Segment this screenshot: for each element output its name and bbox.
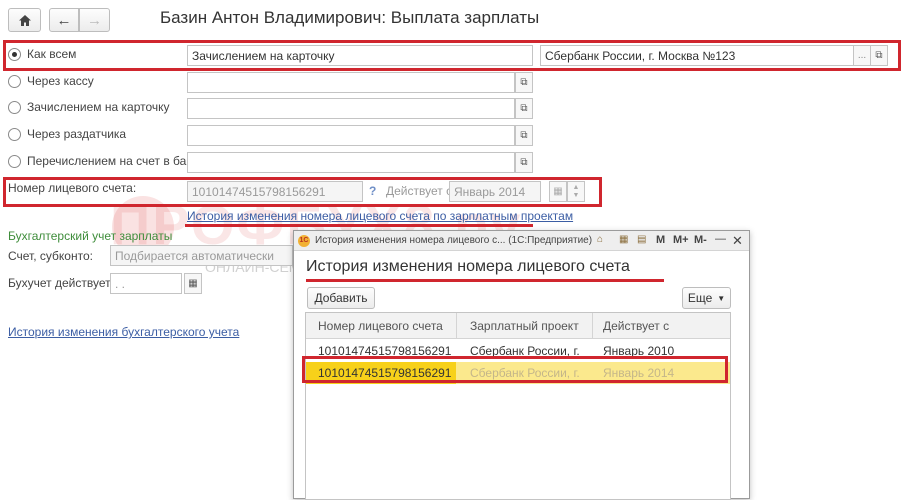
- column-header-date[interactable]: Действует с: [603, 319, 669, 333]
- radio-label: Перечислением на счет в банке: [27, 154, 205, 168]
- back-arrow-icon: ←: [56, 11, 72, 29]
- back-button[interactable]: ←: [49, 8, 79, 32]
- radio-label: Через раздатчика: [27, 127, 127, 141]
- radio-cash[interactable]: Через кассу: [8, 70, 94, 92]
- chevron-down-icon: ▼: [717, 293, 726, 303]
- column-separator: [592, 313, 593, 339]
- radio-label: Зачислением на карточку: [27, 100, 170, 114]
- highlight-popup-heading-underline: [306, 279, 664, 282]
- popup-titlebar: 1С История изменения номера лицевого с..…: [294, 231, 749, 251]
- home-small-icon[interactable]: ⌂: [597, 234, 603, 245]
- popup-heading: История изменения номера лицевого счета: [306, 258, 630, 275]
- bank-account-field[interactable]: [187, 152, 515, 173]
- radio-icon: [8, 154, 21, 168]
- memory-minus-button[interactable]: M-: [694, 234, 707, 246]
- accounting-history-link[interactable]: История изменения бухгалтерского учета: [8, 325, 239, 339]
- app-logo-icon: 1С: [298, 234, 310, 247]
- add-button[interactable]: Добавить: [307, 287, 375, 309]
- radio-icon: [8, 74, 21, 88]
- forward-button[interactable]: →: [79, 8, 110, 32]
- minimize-icon[interactable]: —: [715, 233, 726, 245]
- open-form-icon: ⧉: [520, 103, 528, 114]
- card-open-button[interactable]: ⧉: [515, 98, 533, 119]
- radio-icon: [8, 100, 21, 114]
- accounting-section-title: Бухгалтерский учет зарплаты: [8, 229, 173, 243]
- column-header-account[interactable]: Номер лицевого счета: [318, 319, 443, 333]
- memory-button[interactable]: M: [656, 234, 665, 246]
- calendar-small-icon[interactable]: ▦: [619, 234, 628, 245]
- radio-label: Через кассу: [27, 74, 94, 88]
- highlight-history-link-underline: [185, 224, 533, 227]
- home-icon: [18, 14, 31, 26]
- open-form-icon: ⧉: [520, 157, 528, 168]
- accounting-calendar-button[interactable]: ▦: [184, 273, 202, 294]
- highlight-selected-row: [302, 356, 728, 383]
- distributor-open-button[interactable]: ⧉: [515, 125, 533, 146]
- popup-window-title: История изменения номера лицевого с... (…: [315, 235, 593, 246]
- radio-bank-transfer[interactable]: Перечислением на счет в банке: [8, 150, 205, 172]
- memory-plus-button[interactable]: M+: [673, 234, 689, 246]
- calendar-icon: ▦: [188, 278, 198, 289]
- home-button[interactable]: [8, 8, 41, 32]
- forward-arrow-icon: →: [87, 11, 102, 29]
- accounting-effective-field[interactable]: . .: [110, 273, 182, 294]
- cash-field[interactable]: [187, 72, 515, 93]
- close-icon[interactable]: ✕: [732, 233, 743, 249]
- accounting-effective-label: Бухучет действует с:: [8, 276, 124, 290]
- report-small-icon[interactable]: ▤: [637, 234, 646, 245]
- highlight-account-row: [3, 177, 602, 207]
- open-form-icon: ⧉: [520, 77, 528, 88]
- radio-distributor[interactable]: Через раздатчика: [8, 123, 126, 145]
- highlight-as-all-row: [3, 40, 901, 71]
- distributor-field[interactable]: [187, 125, 515, 146]
- radio-icon: [8, 127, 21, 141]
- more-button[interactable]: Еще ▼: [682, 287, 731, 309]
- card-field[interactable]: [187, 98, 515, 119]
- accounting-account-label: Счет, субконто:: [8, 249, 93, 263]
- table-header: Номер лицевого счета Зарплатный проект Д…: [306, 313, 730, 339]
- bank-account-open-button[interactable]: ⧉: [515, 152, 533, 173]
- account-history-link[interactable]: История изменения номера лицевого счета …: [187, 209, 573, 223]
- cash-open-button[interactable]: ⧉: [515, 72, 533, 93]
- accounting-account-field[interactable]: Подбирается автоматически: [110, 245, 293, 266]
- radio-card[interactable]: Зачислением на карточку: [8, 96, 170, 118]
- page-title: Базин Антон Владимирович: Выплата зарпла…: [160, 8, 540, 27]
- column-separator: [456, 313, 457, 339]
- column-header-project[interactable]: Зарплатный проект: [470, 319, 579, 333]
- history-popup: 1С История изменения номера лицевого с..…: [293, 230, 750, 500]
- open-form-icon: ⧉: [520, 130, 528, 141]
- history-table: Номер лицевого счета Зарплатный проект Д…: [305, 312, 731, 500]
